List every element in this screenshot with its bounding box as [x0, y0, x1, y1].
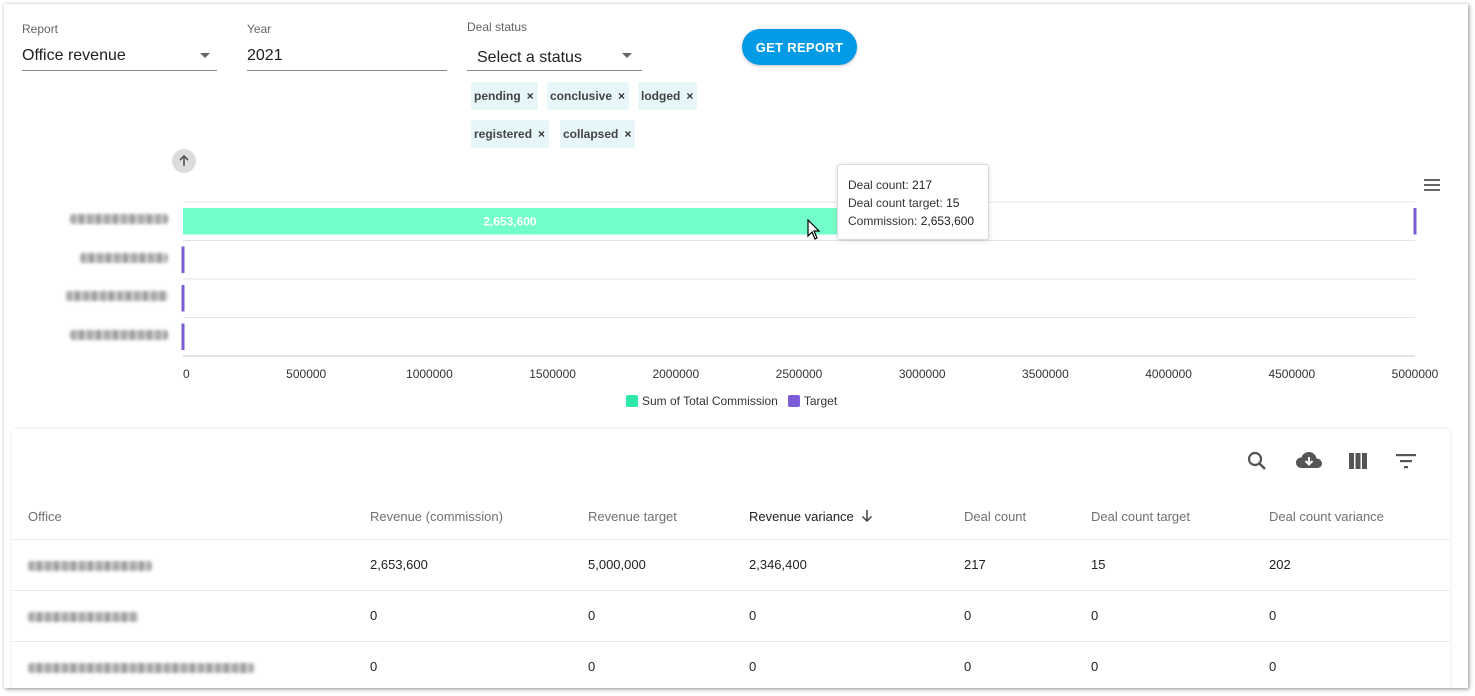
office-name-blurred	[28, 663, 254, 673]
search-icon[interactable]	[1245, 449, 1269, 473]
close-icon[interactable]: ×	[624, 127, 631, 141]
chart-menu-icon[interactable]	[1424, 179, 1440, 191]
column-header-deal-count-variance[interactable]: Deal count variance	[1269, 509, 1384, 524]
close-icon[interactable]: ×	[686, 89, 693, 103]
target-marker	[181, 285, 185, 312]
close-icon[interactable]: ×	[538, 127, 545, 141]
revenue-bar-chart: 0 500000 1000000 1500000 2000000 2500000 30000…	[181, 201, 1439, 381]
cloud-download-icon[interactable]	[1295, 449, 1323, 473]
get-report-button[interactable]: GET REPORT	[742, 29, 857, 65]
deal-status-label: Deal status	[467, 20, 528, 34]
year-value: 2021	[247, 47, 283, 64]
column-header-revenue-commission[interactable]: Revenue (commission)	[370, 509, 503, 524]
column-header-office[interactable]: Office	[28, 509, 62, 524]
deal-status-select[interactable]: Deal status Select a status	[467, 20, 642, 72]
x-tick-label: 0	[183, 367, 190, 381]
column-header-deal-count[interactable]: Deal count	[964, 509, 1026, 524]
year-label: Year	[247, 22, 272, 36]
bar-data-label: 2,653,600	[483, 214, 537, 228]
x-tick-label: 4500000	[1268, 367, 1315, 381]
status-chip-collapsed[interactable]: collapsed ×	[560, 120, 636, 148]
arrow-down-icon	[862, 510, 873, 523]
status-chip-conclusive[interactable]: conclusive ×	[547, 82, 630, 110]
year-field[interactable]: Year 2021	[247, 22, 447, 72]
mouse-cursor-icon	[807, 219, 821, 240]
chart-tooltip: Deal count: 217 Deal count target: 15 Co…	[837, 164, 989, 240]
view-columns-icon[interactable]	[1346, 449, 1370, 473]
x-tick-label: 3500000	[1022, 367, 1069, 381]
legend-item-target[interactable]: Target	[787, 394, 837, 408]
status-chip-registered[interactable]: registered ×	[471, 120, 550, 148]
status-chip-pending[interactable]: pending ×	[471, 82, 538, 110]
x-tick-label: 3000000	[899, 367, 946, 381]
deal-status-placeholder: Select a status	[477, 49, 582, 66]
filter-icon[interactable]	[1394, 449, 1418, 473]
chevron-down-icon	[622, 53, 632, 58]
report-label: Report	[22, 22, 59, 36]
report-value: Office revenue	[22, 47, 126, 64]
arrow-up-icon[interactable]	[172, 149, 196, 173]
target-marker	[181, 323, 185, 350]
close-icon[interactable]: ×	[618, 89, 625, 103]
x-tick-label: 5000000	[1392, 367, 1439, 381]
legend-item-commission[interactable]: Sum of Total Commission	[626, 394, 778, 408]
table-row[interactable]: 0 0 0 0 0 0	[12, 641, 1450, 688]
report-page: Report Office revenue Year 2021 Deal sta…	[4, 4, 1468, 688]
x-tick-label: 4000000	[1145, 367, 1192, 381]
status-chip-lodged[interactable]: lodged ×	[638, 82, 698, 110]
column-header-revenue-variance[interactable]: Revenue variance	[749, 509, 873, 524]
target-marker	[1413, 208, 1417, 235]
x-tick-label: 2000000	[652, 367, 699, 381]
report-select[interactable]: Report Office revenue	[22, 22, 217, 72]
x-tick-label: 1000000	[406, 367, 453, 381]
office-name-blurred	[28, 612, 138, 622]
column-header-deal-count-target[interactable]: Deal count target	[1091, 509, 1190, 524]
close-icon[interactable]: ×	[527, 89, 534, 103]
chevron-down-icon	[200, 53, 210, 58]
x-tick-label: 2500000	[776, 367, 823, 381]
column-header-revenue-target[interactable]: Revenue target	[588, 509, 677, 524]
target-marker	[181, 246, 185, 273]
x-tick-label: 500000	[286, 367, 326, 381]
office-name-blurred	[28, 561, 152, 571]
x-tick-label: 1500000	[529, 367, 576, 381]
chart-legend: Sum of Total Commission Target	[626, 394, 847, 408]
report-table: Office Revenue (commission) Revenue targ…	[12, 429, 1450, 688]
table-row[interactable]: 2,653,600 5,000,000 2,346,400 217 15 202	[12, 539, 1450, 590]
table-row[interactable]: 0 0 0 0 0 0	[12, 590, 1450, 641]
